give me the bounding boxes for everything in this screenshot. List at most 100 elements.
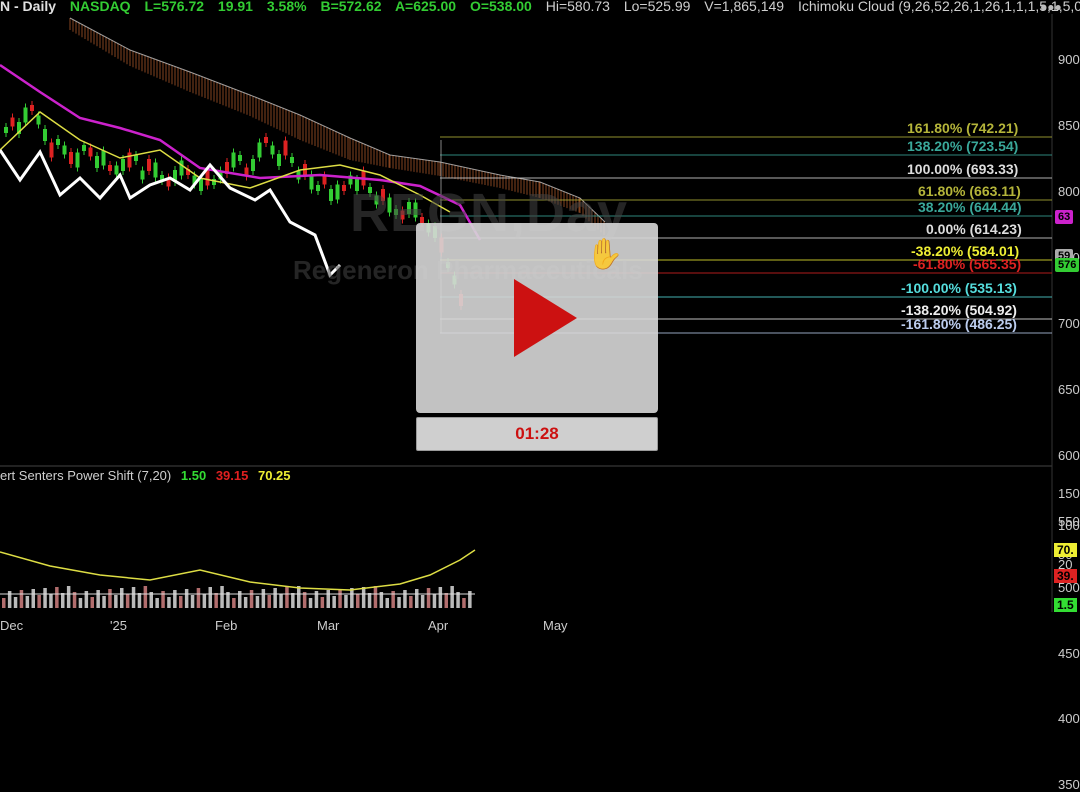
- indicator-bar: [385, 598, 389, 608]
- candle-body: [309, 174, 314, 190]
- fib-level-label: 0.00% (614.23): [926, 221, 1022, 237]
- indicator-bar: [462, 598, 466, 608]
- candle-body: [153, 162, 158, 178]
- indicator-bar: [61, 593, 65, 608]
- fib-level-label: 100.00% (693.33): [907, 161, 1019, 177]
- indicator-bar: [90, 597, 94, 608]
- fib-level-label: 138.20% (723.54): [907, 138, 1019, 154]
- indicator-bar: [338, 589, 342, 608]
- indicator-bar: [279, 594, 283, 608]
- candle-body: [43, 129, 47, 141]
- indicator-bar: [432, 594, 437, 608]
- open-price: O=538.00: [469, 0, 532, 14]
- indicator-bar: [444, 593, 448, 608]
- lagging-line: [0, 149, 342, 278]
- indicator-bar: [96, 590, 100, 608]
- price-axis-label: 400: [1058, 711, 1080, 727]
- last-price: L=576.72: [144, 0, 205, 14]
- candle-body: [82, 145, 86, 151]
- indicator-bar: [102, 596, 106, 608]
- change-percent: 3.58%: [266, 0, 307, 14]
- indicator-line: [0, 549, 476, 591]
- indicator-bar: [350, 588, 354, 608]
- candle-body: [88, 147, 93, 157]
- price-axis-label: 450: [1058, 645, 1080, 661]
- candle-body: [231, 152, 236, 168]
- candle-body: [238, 155, 242, 161]
- indicator-bar: [373, 586, 378, 608]
- candle-body: [199, 179, 203, 191]
- price-axis-label: 800: [1058, 184, 1080, 200]
- candle-body: [322, 175, 327, 185]
- price-tag: 63: [1055, 210, 1074, 224]
- video-duration: 01:28: [416, 417, 658, 451]
- candle-body: [101, 150, 106, 166]
- indicator-bar: [120, 588, 124, 608]
- candle-body: [127, 152, 132, 168]
- candle-body: [56, 139, 60, 145]
- candle-body: [147, 159, 151, 171]
- fib-level-label: 61.80% (663.11): [918, 183, 1021, 199]
- exchange-label: NASDAQ: [69, 0, 131, 14]
- candle-body: [75, 152, 80, 168]
- indicator-bar: [78, 598, 83, 608]
- fib-level-label: 161.80% (742.21): [907, 120, 1019, 136]
- candle-body: [316, 185, 320, 191]
- indicator-bar: [397, 597, 401, 608]
- indicator-bar: [409, 596, 413, 608]
- chart-header: N - Daily NASDAQ L=576.72 19.91 3.58% B=…: [0, 0, 1080, 14]
- hand-cursor-icon: ✋: [586, 238, 624, 271]
- indicator-bar: [361, 587, 366, 608]
- candle-body: [179, 160, 184, 176]
- bid-price: B=572.62: [320, 0, 382, 14]
- indicator-bar: [426, 588, 431, 608]
- high-price: Hi=580.73: [545, 0, 610, 14]
- candle-body: [277, 154, 281, 166]
- time-axis-label: May: [543, 618, 568, 633]
- candle-body: [62, 145, 67, 155]
- play-icon[interactable]: [514, 279, 577, 357]
- candle-body: [205, 170, 210, 186]
- indicator-value-1: 1.50: [180, 468, 207, 483]
- price-axis-label: 350: [1058, 777, 1080, 792]
- ask-price: A=625.00: [394, 0, 457, 14]
- price-axis-label: 600: [1058, 447, 1080, 463]
- indicator-bar: [285, 587, 289, 608]
- indicator-bar: [114, 595, 118, 608]
- candle-body: [49, 142, 54, 158]
- indicator-bar: [308, 598, 313, 608]
- candle-body: [251, 159, 255, 171]
- candle-body: [329, 189, 333, 201]
- indicator-bar: [249, 590, 254, 608]
- candle-body: [114, 165, 119, 175]
- candle-body: [134, 155, 138, 161]
- candle-body: [30, 105, 34, 111]
- indicator-value-3: 70.25: [257, 468, 291, 483]
- indicator-bar: [450, 586, 454, 608]
- video-play-overlay[interactable]: ✋: [416, 223, 658, 413]
- candle-body: [264, 137, 268, 143]
- symbol-label: N - Daily: [0, 0, 57, 14]
- indicator-tag: 1.5: [1054, 598, 1077, 612]
- indicator-bar: [438, 587, 443, 608]
- indicator-bar: [196, 588, 201, 608]
- more-dots-icon[interactable]: ●●●: [1040, 0, 1062, 14]
- indicator-bar: [255, 596, 260, 608]
- indicator-bar: [55, 587, 59, 608]
- price-axis-label: 700: [1058, 316, 1080, 331]
- time-axis-label: Dec: [0, 618, 24, 633]
- indicator-bar: [184, 589, 189, 608]
- time-axis-label: Apr: [428, 618, 449, 633]
- indicator-bar: [297, 586, 301, 608]
- candle-body: [36, 115, 41, 125]
- indicator-value-2: 39.15: [215, 468, 249, 483]
- indicator-bar: [137, 593, 142, 608]
- indicator-bar: [66, 586, 71, 608]
- price-axis-label: 650: [1058, 381, 1080, 397]
- indicator-bar: [167, 597, 171, 608]
- indicator-bar: [367, 593, 372, 608]
- candle-body: [335, 184, 340, 200]
- indicator-bar: [155, 598, 159, 608]
- candle-body: [257, 142, 262, 158]
- price-axis-label: 900: [1058, 52, 1080, 68]
